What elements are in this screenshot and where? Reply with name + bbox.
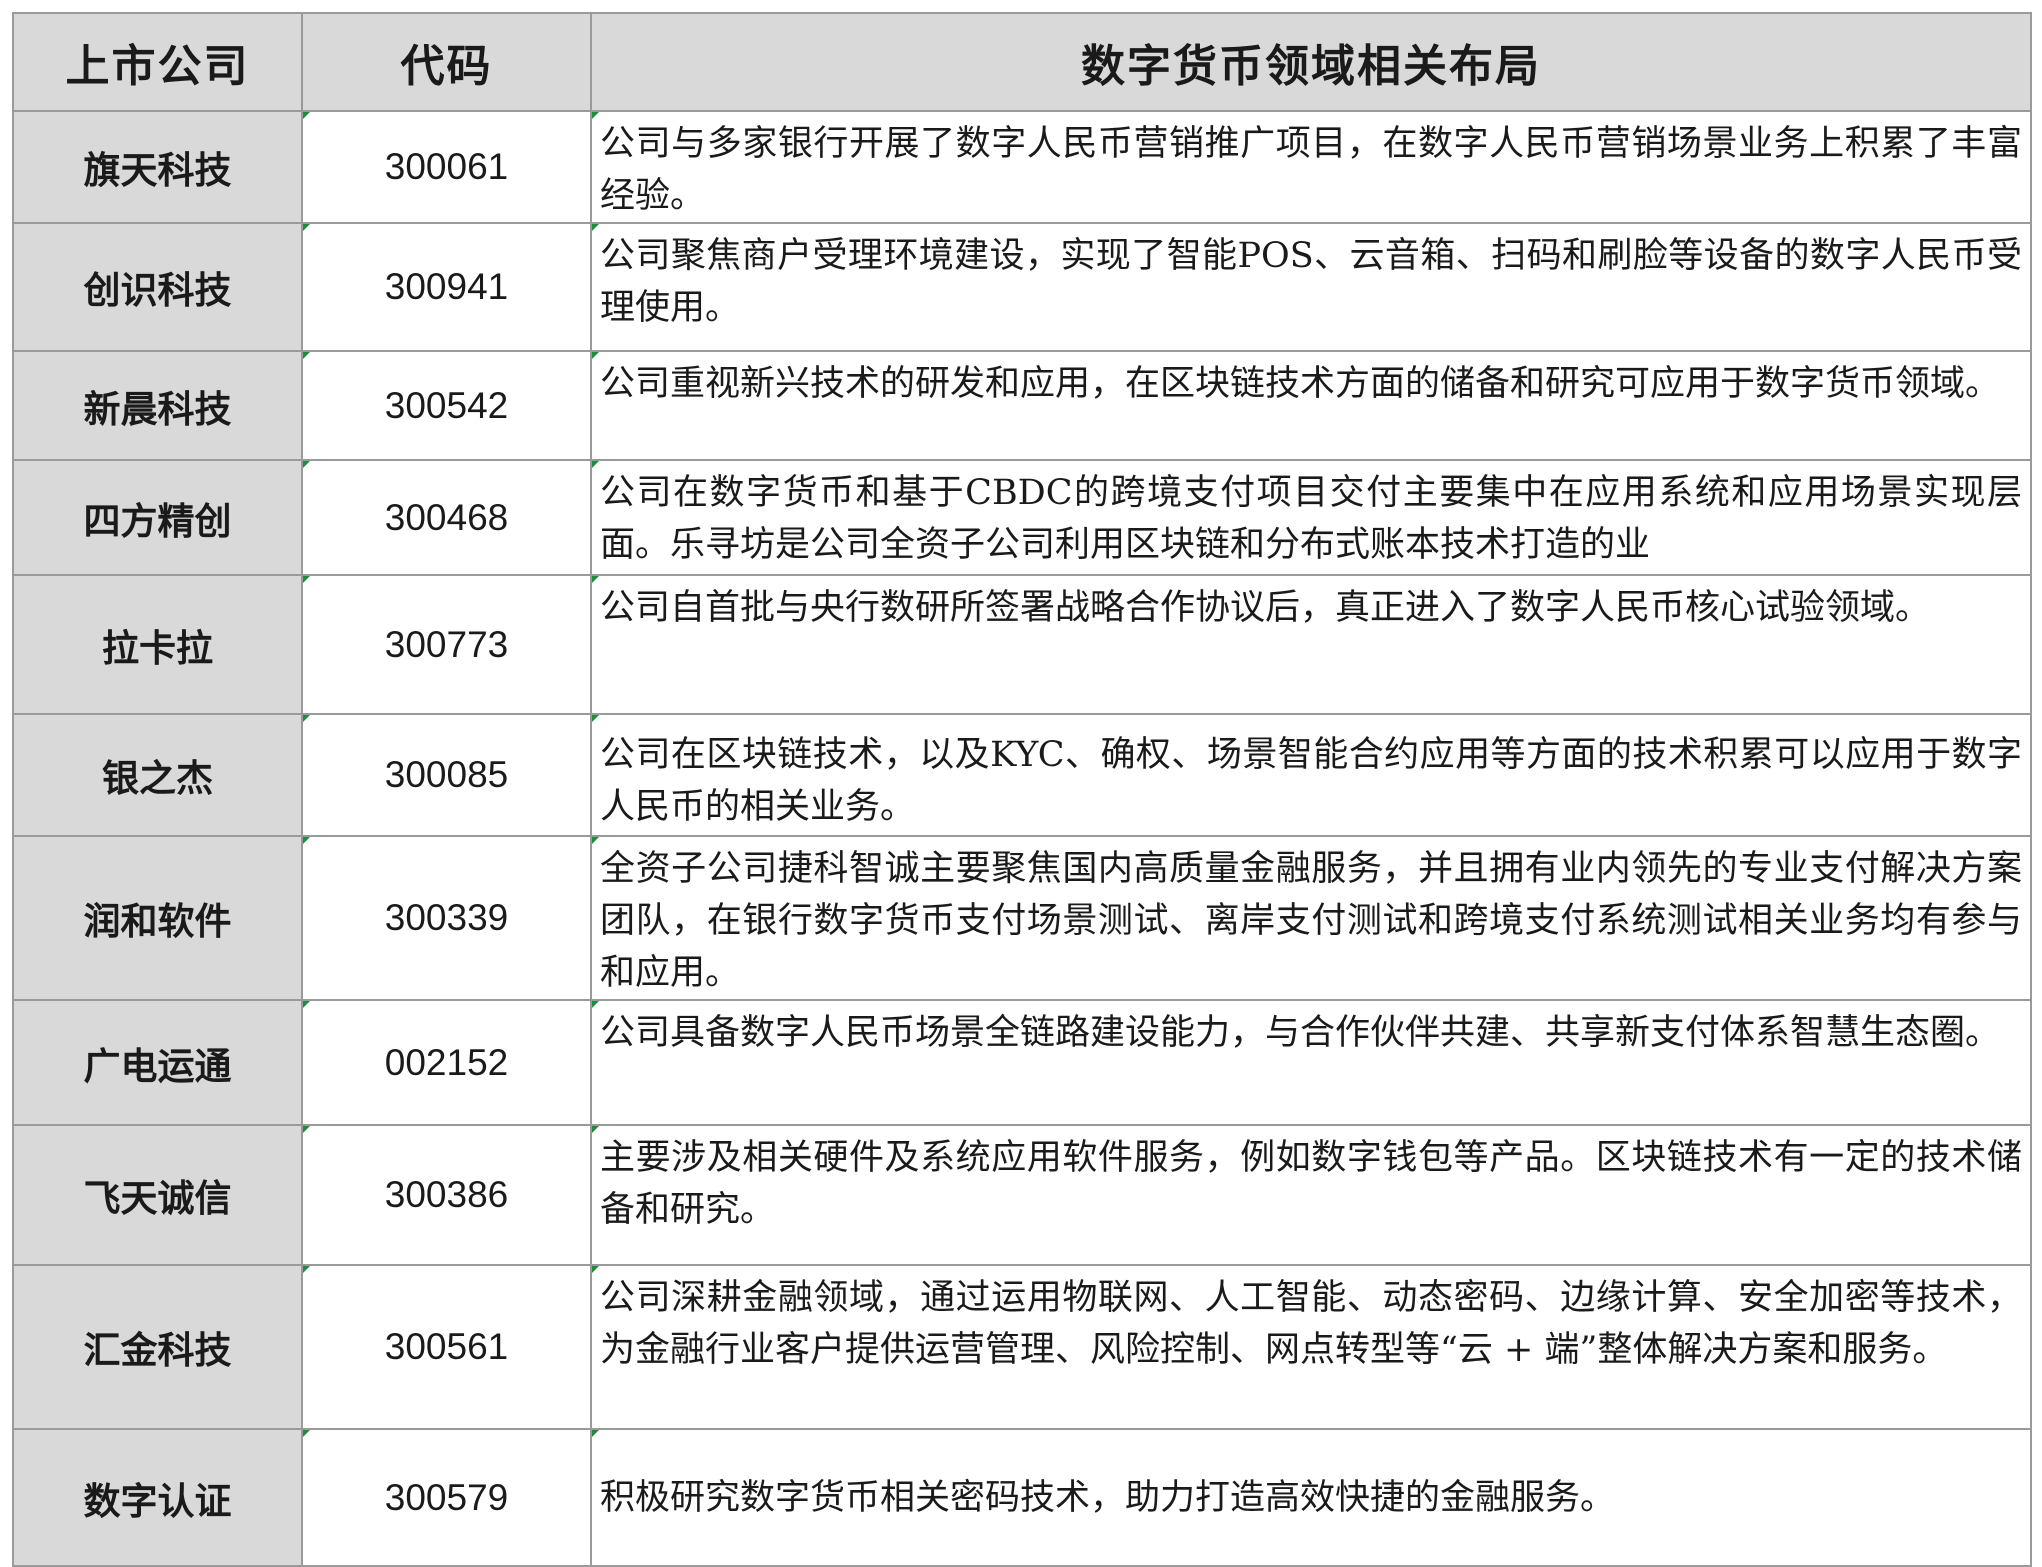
layout-description: 主要涉及相关硬件及系统应用软件服务，例如数字钱包等产品。区块链技术有一定的技术储… (590, 1124, 2032, 1266)
stock-code: 300542 (301, 350, 592, 461)
description-text: 公司重视新兴技术的研发和应用，在区块链技术方面的储备和研究可应用于数字货币领域。 (600, 364, 2001, 404)
cell-marker-icon (593, 838, 599, 844)
table-row: 四方精创 300468 公司在数字货币和基于CBDC的跨境支付项目交付主要集中在… (12, 459, 2032, 576)
company-name: 拉卡拉 (12, 574, 303, 715)
table-row: 创识科技 300941 公司聚焦商户受理环境建设，实现了智能POS、云音箱、扫码… (12, 222, 2032, 352)
description-text: 公司具备数字人民币场景全链路建设能力，与合作伙伴共建、共享新支付体系智慧生态圈。 (600, 1013, 2001, 1053)
stock-code: 300773 (301, 574, 592, 715)
cell-marker-icon (303, 715, 310, 722)
cell-marker-icon (303, 1126, 310, 1133)
company-name: 新晨科技 (12, 350, 303, 461)
cell-marker-icon (593, 1002, 599, 1008)
description-text: 公司自首批与央行数研所签署战略合作协议后，真正进入了数字人民币核心试验领域。 (600, 588, 1931, 628)
layout-description: 公司重视新兴技术的研发和应用，在区块链技术方面的储备和研究可应用于数字货币领域。 (590, 350, 2032, 461)
cell-marker-icon (593, 353, 599, 359)
stock-code-text: 300561 (384, 1326, 509, 1367)
layout-description: 公司与多家银行开展了数字人民币营销推广项目，在数字人民币营销场景业务上积累了丰富… (590, 110, 2032, 224)
cell-marker-icon (593, 225, 599, 231)
stock-code-text: 300579 (384, 1476, 509, 1518)
description-text: 公司深耕金融领域，通过运用物联网、人工智能、动态密码、边缘计算、安全加密等技术，… (600, 1278, 2022, 1370)
cell-marker-icon (303, 1430, 310, 1437)
stock-code: 300085 (301, 713, 592, 837)
cell-marker-icon (593, 1267, 599, 1273)
company-name: 旗天科技 (12, 110, 303, 224)
company-name: 汇金科技 (12, 1264, 303, 1430)
description-text: 公司在区块链技术，以及KYC、确权、场景智能合约应用等方面的技术积累可以应用于数… (600, 735, 2022, 827)
table-row: 润和软件 300339 全资子公司捷科智诚主要聚焦国内高质量金融服务，并且拥有业… (12, 835, 2032, 1001)
table-row: 数字认证 300579 积极研究数字货币相关密码技术，助力打造高效快捷的金融服务… (12, 1428, 2032, 1567)
table-row: 汇金科技 300561 公司深耕金融领域，通过运用物联网、人工智能、动态密码、边… (12, 1264, 2032, 1430)
stock-code: 300386 (301, 1124, 592, 1266)
cell-marker-icon (303, 224, 310, 231)
stock-code: 002152 (301, 999, 592, 1126)
description-text: 全资子公司捷科智诚主要聚焦国内高质量金融服务，并且拥有业内领先的专业支付解决方案… (600, 849, 2022, 993)
stock-code: 300468 (301, 459, 592, 576)
cell-marker-icon (303, 576, 310, 583)
cell-marker-icon (303, 1266, 310, 1273)
stock-code: 300339 (301, 835, 592, 1001)
header-layout: 数字货币领域相关布局 (590, 12, 2032, 112)
stock-code: 300941 (301, 222, 592, 352)
stock-code-text: 300773 (384, 623, 509, 665)
stock-code: 300561 (301, 1264, 592, 1430)
stock-code-text: 300542 (384, 384, 509, 426)
stock-code-text: 300061 (384, 146, 509, 187)
stock-code-text: 300386 (384, 1174, 509, 1215)
cell-marker-icon (303, 461, 310, 468)
cell-marker-icon (303, 112, 310, 119)
company-name: 飞天诚信 (12, 1124, 303, 1266)
company-name: 银之杰 (12, 713, 303, 837)
description-text: 主要涉及相关硬件及系统应用软件服务，例如数字钱包等产品。区块链技术有一定的技术储… (600, 1138, 2022, 1230)
stock-code: 300061 (301, 110, 592, 224)
company-name: 四方精创 (12, 459, 303, 576)
table-row: 拉卡拉 300773 公司自首批与央行数研所签署战略合作协议后，真正进入了数字人… (12, 574, 2032, 715)
stock-code-text: 300468 (384, 496, 509, 538)
header-row: 上市公司 代码 数字货币领域相关布局 (12, 12, 2032, 112)
layout-description: 公司具备数字人民币场景全链路建设能力，与合作伙伴共建、共享新支付体系智慧生态圈。 (590, 999, 2032, 1126)
description-text: 公司在数字货币和基于CBDC的跨境支付项目交付主要集中在应用系统和应用场景实现层… (600, 473, 2022, 565)
cell-marker-icon (593, 1431, 599, 1437)
layout-description: 公司自首批与央行数研所签署战略合作协议后，真正进入了数字人民币核心试验领域。 (590, 574, 2032, 715)
description-text: 公司聚焦商户受理环境建设，实现了智能POS、云音箱、扫码和刷脸等设备的数字人民币… (600, 236, 2022, 328)
cell-marker-icon (303, 1001, 310, 1008)
cell-marker-icon (593, 577, 599, 583)
header-code: 代码 (301, 12, 592, 112)
cell-marker-icon (303, 352, 310, 359)
layout-description: 公司在数字货币和基于CBDC的跨境支付项目交付主要集中在应用系统和应用场景实现层… (590, 459, 2032, 576)
cell-marker-icon (593, 462, 599, 468)
table-row: 广电运通 002152 公司具备数字人民币场景全链路建设能力，与合作伙伴共建、共… (12, 999, 2032, 1126)
description-text: 积极研究数字货币相关密码技术，助力打造高效快捷的金融服务。 (600, 1477, 1616, 1518)
stock-code-text: 002152 (384, 1041, 509, 1083)
layout-description: 公司深耕金融领域，通过运用物联网、人工智能、动态密码、边缘计算、安全加密等技术，… (590, 1264, 2032, 1430)
stock-code-text: 300941 (384, 266, 509, 307)
stock-code-text: 300339 (384, 897, 509, 938)
stock-code-text: 300085 (384, 754, 509, 795)
cell-marker-icon (593, 716, 599, 722)
company-name: 润和软件 (12, 835, 303, 1001)
cell-marker-icon (593, 113, 599, 119)
description-text: 公司与多家银行开展了数字人民币营销推广项目，在数字人民币营销场景业务上积累了丰富… (600, 124, 2022, 216)
table-row: 新晨科技 300542 公司重视新兴技术的研发和应用，在区块链技术方面的储备和研… (12, 350, 2032, 461)
layout-description: 全资子公司捷科智诚主要聚焦国内高质量金融服务，并且拥有业内领先的专业支付解决方案… (590, 835, 2032, 1001)
layout-description: 积极研究数字货币相关密码技术，助力打造高效快捷的金融服务。 (590, 1428, 2032, 1567)
cell-marker-icon (303, 837, 310, 844)
table-row: 银之杰 300085 公司在区块链技术，以及KYC、确权、场景智能合约应用等方面… (12, 713, 2032, 837)
cell-marker-icon (593, 1127, 599, 1133)
layout-description: 公司在区块链技术，以及KYC、确权、场景智能合约应用等方面的技术积累可以应用于数… (590, 713, 2032, 837)
header-company: 上市公司 (12, 12, 303, 112)
layout-description: 公司聚焦商户受理环境建设，实现了智能POS、云音箱、扫码和刷脸等设备的数字人民币… (590, 222, 2032, 352)
stock-code: 300579 (301, 1428, 592, 1567)
company-name: 广电运通 (12, 999, 303, 1126)
company-name: 数字认证 (12, 1428, 303, 1567)
table-row: 飞天诚信 300386 主要涉及相关硬件及系统应用软件服务，例如数字钱包等产品。… (12, 1124, 2032, 1266)
company-table: 上市公司 代码 数字货币领域相关布局 旗天科技 300061 公司与多家银行开展… (12, 12, 2032, 1567)
table-row: 旗天科技 300061 公司与多家银行开展了数字人民币营销推广项目，在数字人民币… (12, 110, 2032, 224)
company-name: 创识科技 (12, 222, 303, 352)
